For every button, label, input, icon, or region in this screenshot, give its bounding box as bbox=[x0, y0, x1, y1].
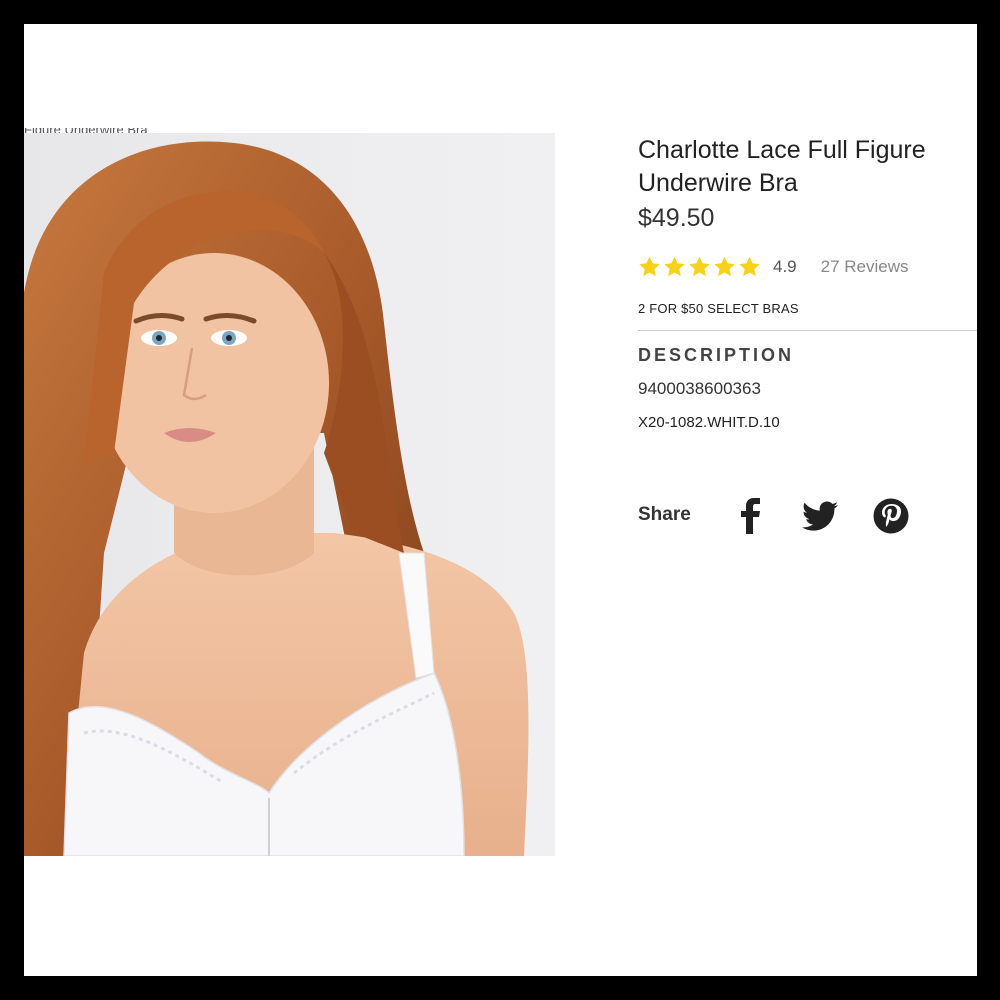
product-image bbox=[24, 133, 555, 856]
star-rating bbox=[638, 256, 763, 278]
star-icon bbox=[739, 256, 760, 277]
star-icon bbox=[714, 256, 735, 277]
promo-text[interactable]: 2 FOR $50 SELECT BRAS bbox=[638, 301, 799, 316]
pinterest-icon[interactable] bbox=[872, 496, 910, 536]
star-icon bbox=[639, 256, 660, 277]
sku-number: 9400038600363 bbox=[638, 379, 761, 398]
model-photo bbox=[24, 141, 529, 856]
description-heading[interactable]: DESCRIPTION bbox=[638, 345, 794, 366]
star-icon bbox=[689, 256, 710, 277]
divider bbox=[638, 330, 977, 331]
share-row: Share bbox=[638, 496, 938, 536]
page-frame: Figure Underwire Bra bbox=[24, 24, 977, 976]
product-price: $49.50 bbox=[638, 204, 715, 232]
facebook-icon[interactable] bbox=[738, 496, 764, 536]
star-icon bbox=[664, 256, 685, 277]
style-code: X20-1082.WHIT.D.10 bbox=[638, 414, 780, 431]
share-label: Share bbox=[638, 504, 691, 525]
twitter-icon[interactable] bbox=[802, 496, 840, 536]
rating-value: 4.9 bbox=[773, 257, 797, 276]
product-title: Charlotte Lace Full Figure Underwire Bra bbox=[638, 136, 926, 197]
reviews-link[interactable]: 27 Reviews bbox=[821, 257, 909, 277]
rating-row: 4.9 27 Reviews bbox=[638, 254, 909, 280]
